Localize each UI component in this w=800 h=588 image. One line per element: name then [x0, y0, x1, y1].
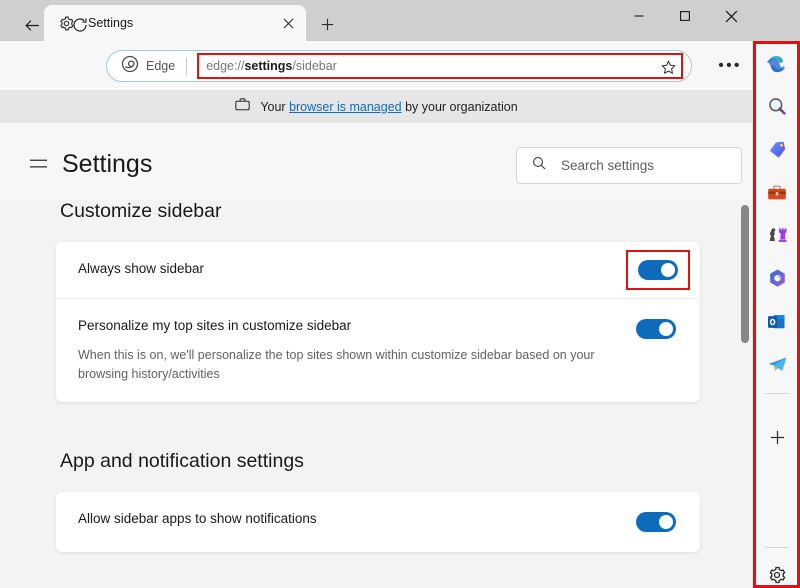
copilot-icon — [765, 52, 789, 81]
close-window-button[interactable] — [708, 0, 754, 32]
search-settings-box[interactable] — [516, 147, 742, 184]
setting-label: Always show sidebar — [78, 260, 620, 278]
back-button[interactable] — [16, 9, 48, 41]
managed-banner-text: Your browser is managed by your organiza… — [260, 100, 517, 114]
maximize-window-button[interactable] — [662, 0, 708, 32]
url-highlight-box[interactable]: edge://settings/sidebar — [197, 53, 683, 79]
address-bar[interactable]: Edge edge://settings/sidebar — [106, 50, 692, 82]
hamburger-menu-icon[interactable] — [24, 152, 52, 176]
section-title: Customize sidebar — [60, 200, 752, 223]
sidebar-item-copilot[interactable] — [761, 50, 793, 82]
shopping-tag-icon — [766, 138, 789, 166]
omnibox-divider — [186, 58, 187, 75]
managed-browser-banner: Your browser is managed by your organiza… — [0, 90, 752, 123]
row-text: Allow sidebar apps to show notifications — [78, 510, 634, 528]
row-text: Always show sidebar — [78, 260, 638, 278]
allow-notifications-toggle[interactable] — [636, 512, 676, 532]
section-app-notification-settings: App and notification settings Allow side… — [0, 450, 752, 552]
tab-title: Settings — [88, 16, 276, 30]
setting-label: Allow sidebar apps to show notifications — [78, 510, 616, 528]
sidebar-item-games[interactable] — [761, 222, 793, 254]
edge-brand-chip: Edge — [121, 55, 175, 78]
sidebar-item-tools[interactable] — [761, 179, 793, 211]
browser-window: Settings — [0, 0, 800, 588]
paper-plane-icon — [766, 353, 789, 381]
settings-card: Allow sidebar apps to show notifications — [56, 492, 700, 552]
sidebar-add-app-button[interactable] — [761, 421, 793, 453]
search-settings-input[interactable] — [561, 158, 731, 173]
url-suffix: /sidebar — [292, 59, 336, 73]
toggle-highlight-box — [626, 250, 690, 290]
toggle-wrap — [634, 510, 678, 534]
managed-link[interactable]: browser is managed — [289, 100, 402, 114]
microsoft365-icon — [766, 267, 789, 295]
section-customize-sidebar: Customize sidebar Always show sidebar — [0, 200, 752, 402]
always-show-sidebar-toggle[interactable] — [638, 260, 678, 280]
edge-logo-icon — [121, 55, 139, 78]
setting-row-allow-notifications[interactable]: Allow sidebar apps to show notifications — [56, 492, 700, 552]
page-scrollbar[interactable] — [738, 200, 752, 588]
edge-chip-label: Edge — [146, 59, 175, 73]
settings-card: Always show sidebar Personalize my top s… — [56, 242, 700, 402]
banner-prefix: Your — [260, 100, 289, 114]
personalize-top-sites-toggle[interactable] — [636, 319, 676, 339]
sidebar-divider-bottom — [765, 547, 789, 548]
url-prefix: edge:// — [206, 59, 244, 73]
sidebar-item-outlook[interactable] — [761, 308, 793, 340]
section-title: App and notification settings — [60, 450, 752, 473]
page-title: Settings — [62, 150, 152, 179]
close-tab-button[interactable] — [276, 11, 300, 35]
url-text: edge://settings/sidebar — [206, 59, 337, 73]
row-text: Personalize my top sites in customize si… — [78, 317, 634, 384]
more-options-button[interactable]: ••• — [714, 50, 746, 82]
toggle-knob — [661, 263, 675, 277]
briefcase-tools-icon — [766, 182, 788, 209]
gear-icon — [767, 565, 787, 588]
reload-button[interactable] — [64, 9, 96, 41]
briefcase-icon — [234, 96, 251, 118]
settings-content: Customize sidebar Always show sidebar — [0, 200, 752, 588]
title-bar: Settings — [0, 0, 800, 41]
search-icon — [531, 155, 547, 176]
sidebar-divider-top — [765, 393, 789, 394]
setting-label: Personalize my top sites in customize si… — [78, 317, 616, 335]
chess-games-icon — [766, 224, 789, 252]
toggle-wrap — [634, 317, 678, 341]
setting-row-personalize-top-sites[interactable]: Personalize my top sites in customize si… — [56, 298, 700, 402]
sidebar-item-shopping[interactable] — [761, 136, 793, 168]
scrollbar-thumb[interactable] — [741, 205, 749, 343]
new-tab-button[interactable] — [313, 10, 341, 38]
banner-suffix: by your organization — [402, 100, 518, 114]
star-icon[interactable] — [660, 59, 677, 76]
edge-sidebar — [752, 41, 800, 588]
minimize-window-button[interactable] — [616, 0, 662, 32]
setting-row-always-show-sidebar[interactable]: Always show sidebar — [56, 242, 700, 298]
sidebar-settings-button[interactable] — [761, 561, 793, 588]
toggle-knob — [659, 515, 673, 529]
sidebar-item-telegram[interactable] — [761, 351, 793, 383]
settings-page: Settings Customize sidebar Always show s… — [0, 123, 752, 588]
more-options-label: ••• — [718, 57, 741, 75]
sidebar-item-search[interactable] — [761, 93, 793, 125]
toggle-knob — [659, 322, 673, 336]
sidebar-item-office[interactable] — [761, 265, 793, 297]
search-icon — [766, 95, 789, 123]
setting-description: When this is on, we'll personalize the t… — [78, 346, 616, 384]
url-bold: settings — [244, 59, 292, 73]
outlook-icon — [766, 311, 788, 338]
